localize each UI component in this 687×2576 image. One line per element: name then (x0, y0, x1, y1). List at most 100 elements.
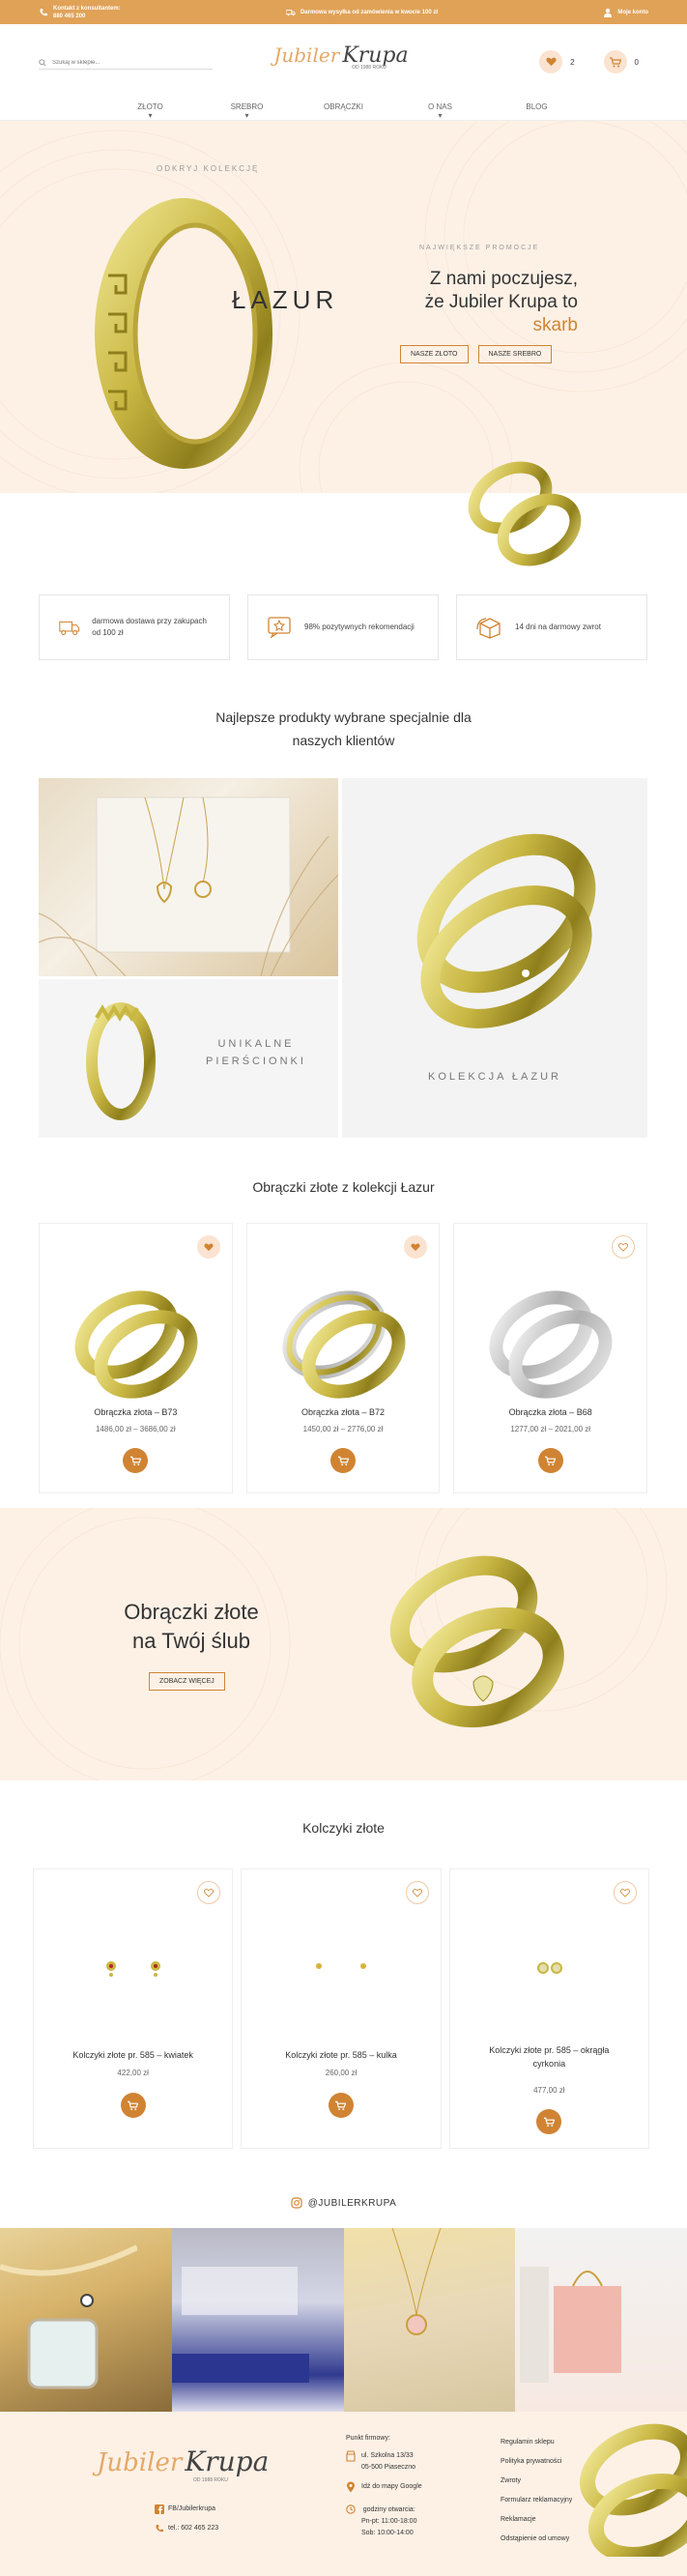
unique-rings-banner[interactable]: UNIKALNE PIERŚCIONKI (39, 979, 338, 1138)
product-card[interactable]: Obrączka złota – B73 1486,00 zł – 3686,0… (39, 1223, 233, 1493)
store-display-image (171, 2267, 309, 2383)
footer-logo-word-krupa: Krupa (185, 2446, 270, 2477)
contact-phone[interactable]: 880 465 200 (53, 13, 121, 20)
product-card[interactable]: Kolczyki złote pr. 585 – kwiatek 422,00 … (33, 1868, 234, 2149)
instagram-gallery (0, 2228, 687, 2412)
user-icon (604, 8, 613, 17)
logo[interactable]: Jubiler Krupa OD 1988 ROKU (269, 43, 414, 71)
decorative-circles (0, 1508, 668, 1780)
facebook-link[interactable]: FB/Jubilerkrupa (155, 2504, 215, 2515)
add-to-cart-button[interactable] (120, 2093, 146, 2118)
instagram-photo[interactable] (515, 2228, 687, 2412)
contact-label: Kontakt z konsultantem: (53, 5, 121, 12)
instagram-icon (291, 2197, 302, 2209)
instagram-photo[interactable] (171, 2228, 344, 2412)
product-name[interactable]: Kolczyki złote pr. 585 – kwiatek (34, 2048, 232, 2062)
footer-phone[interactable]: tel.: 602 465 223 (155, 2523, 218, 2534)
product-name[interactable]: Obrączka złota – B72 (247, 1405, 440, 1419)
product-image (489, 1290, 613, 1399)
footer-link-complaints[interactable]: Reklamacje (501, 2510, 572, 2530)
our-silver-button[interactable]: NASZE SREBRO (477, 345, 553, 363)
earrings-section-title: Kolczyki złote (302, 1820, 385, 1836)
product-name[interactable]: Kolczyki złote pr. 585 – okrągła cyrkoni… (450, 2043, 648, 2070)
product-name[interactable]: Obrączka złota – B68 (454, 1405, 646, 1419)
add-to-cart-button[interactable] (536, 2109, 562, 2134)
product-price: 477,00 zł (533, 2086, 565, 2095)
nav-item-blog[interactable]: BLOG (489, 102, 586, 120)
hero-headline-accent: skarb (532, 315, 578, 335)
heart-outline-icon (204, 1888, 215, 1897)
lazur-collection-banner[interactable]: KOLEKCJA ŁAZUR (342, 778, 647, 1138)
contact-block[interactable]: Kontakt z konsultantem: 880 465 200 (39, 5, 121, 20)
footer-address: ul. Szkolna 13/33 05-500 Piaseczno (346, 2450, 415, 2474)
account-label: Moje konto (617, 9, 648, 15)
wedding-rings-banner: Obrączki złote na Twój ślub ZOBACZ WIĘCE… (0, 1508, 687, 1780)
product-price: 1486,00 zł – 3686,00 zł (95, 1425, 176, 1433)
wedding-banner-title: Obrączki złote na Twój ślub (124, 1600, 259, 1653)
lazur-collection-label: KOLEKCJA ŁAZUR (428, 1071, 561, 1083)
nav-item-zloto[interactable]: ZŁOTO ▾ (102, 102, 199, 120)
favorite-button[interactable] (196, 1235, 220, 1259)
product-card[interactable]: Obrączka złota – B68 1277,00 zł – 2021,0… (453, 1223, 648, 1493)
cart-button[interactable]: 0 (603, 50, 639, 73)
instagram-handle: @JUBILERKRUPA (307, 2197, 397, 2209)
instagram-photo[interactable] (343, 2228, 516, 2412)
footer-link-privacy[interactable]: Polityka prywatności (501, 2452, 572, 2472)
favorites-button[interactable]: 2 (539, 50, 575, 73)
product-name[interactable]: Kolczyki złote pr. 585 – kulka (242, 2048, 440, 2062)
product-card[interactable]: Obrączka złota – B72 1450,00 zł – 2776,0… (245, 1223, 441, 1493)
feature-free-delivery: darmowa dostawa przy zakupach od 100 zł (39, 594, 230, 660)
account-link[interactable]: Moje konto (603, 8, 648, 17)
footer-shop-label: Punkt firmowy: (346, 2435, 390, 2442)
search-icon (39, 58, 46, 67)
footer-link-regulamin[interactable]: Regulamin sklepu (501, 2433, 572, 2452)
cart-icon (335, 2100, 347, 2110)
product-card[interactable]: Kolczyki złote pr. 585 – okrągła cyrkoni… (448, 1868, 649, 2149)
rating-icon (268, 617, 291, 638)
logo-word-jubiler: Jubiler (273, 43, 340, 67)
instagram-photo[interactable] (0, 2228, 172, 2412)
nav-item-srebro[interactable]: SREBRO ▾ (199, 102, 296, 120)
add-to-cart-button[interactable] (330, 1448, 356, 1473)
product-name[interactable]: Obrączka złota – B73 (40, 1405, 232, 1419)
main-nav: ZŁOTO ▾ SREBRO ▾ OBRĄCZKI O NAS ▾ BLOG (0, 102, 687, 120)
footer-link-withdrawal[interactable]: Odstąpienie od umowy (501, 2530, 572, 2549)
favorite-button[interactable] (405, 1881, 429, 1904)
nav-item-obraczki[interactable]: OBRĄCZKI (296, 102, 392, 120)
footer: Jubiler Krupa OD 1988 ROKU FB/Jubilerkru… (0, 2412, 687, 2576)
tagline: Najlepsze produkty wybrane specjalnie dl… (215, 709, 472, 748)
instagram-link[interactable]: @JUBILERKRUPA (0, 2197, 687, 2209)
product-price: 260,00 zł (325, 2069, 358, 2077)
search-input[interactable] (52, 59, 197, 66)
nav-item-o-nas[interactable]: O NAS ▾ (392, 102, 489, 120)
footer-links: Regulamin sklepu Polityka prywatności Zw… (501, 2433, 572, 2549)
product-card[interactable]: Kolczyki złote pr. 585 – kulka 260,00 zł (241, 1868, 442, 2149)
search-box[interactable] (39, 56, 213, 70)
cart-count: 0 (634, 57, 639, 67)
heart-outline-icon (618, 1242, 629, 1252)
favorite-button[interactable] (197, 1881, 221, 1904)
necklaces-photo[interactable] (39, 778, 338, 976)
phone-icon (156, 2525, 163, 2533)
footer-link-returns[interactable]: Zwroty (501, 2472, 572, 2491)
add-to-cart-button[interactable] (328, 2093, 354, 2118)
rings-section-title: Obrączki złote z kolekcji Łazur (252, 1179, 435, 1195)
favorite-button[interactable] (612, 1235, 636, 1259)
add-to-cart-button[interactable] (537, 1448, 563, 1473)
our-gold-button[interactable]: NASZE ZŁOTO (400, 345, 469, 363)
chevron-down-icon: ▾ (438, 111, 443, 120)
see-more-button[interactable]: ZOBACZ WIĘCEJ (149, 1672, 225, 1691)
hero-ring-image[interactable] (87, 188, 280, 478)
footer-logo[interactable]: Jubiler Krupa OD 1988 ROKU (97, 2446, 269, 2483)
favorite-button[interactable] (404, 1235, 428, 1259)
favorite-button[interactable] (613, 1881, 637, 1904)
product-image (536, 1962, 562, 1974)
heart-icon (204, 1243, 214, 1251)
cart-icon (609, 56, 621, 67)
add-to-cart-button[interactable] (123, 1448, 149, 1473)
footer-link-complaint-form[interactable]: Formularz reklamacyjny (501, 2491, 572, 2510)
footer-logo-word-jubiler: Jubiler (97, 2448, 183, 2477)
features-row: darmowa dostawa przy zakupach od 100 zł … (39, 594, 647, 660)
footer-map-link[interactable]: Idź do mapy Google (346, 2481, 422, 2493)
rings-product-list: Obrączka złota – B73 1486,00 zł – 3686,0… (39, 1223, 648, 1493)
